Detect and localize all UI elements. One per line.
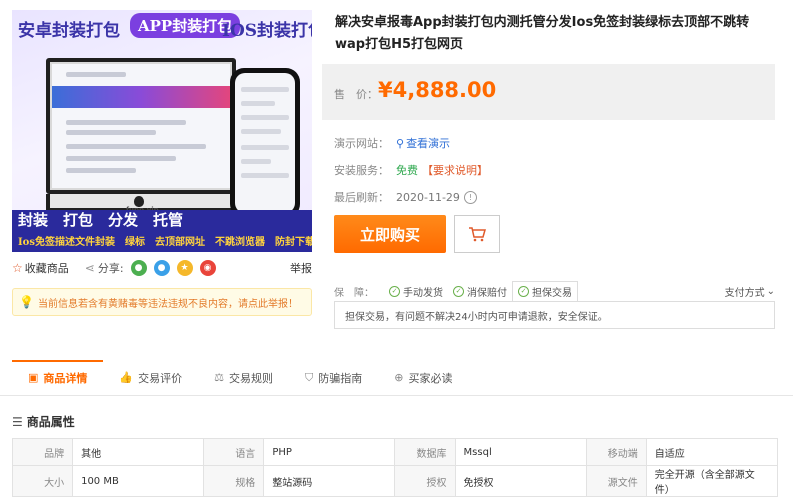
attr-key: 规格 xyxy=(203,465,265,497)
wechat-share-icon[interactable]: ● xyxy=(130,260,147,276)
refresh-row: 最后刷新： 2020-11-29 ! xyxy=(334,188,477,206)
monitor-illustration xyxy=(46,58,236,194)
product-actions: ☆ 收藏商品 ⋖ 分享: ● ● ★ ◉ 举报 xyxy=(12,258,312,278)
guarantee-description: 担保交易，有问题不解决24小时内可申请退款，安全保证。 xyxy=(334,301,775,329)
share-label: 分享: xyxy=(97,262,124,275)
star-icon: ☆ xyxy=(12,261,23,275)
image-bottom-line2: Ios免签描述文件封装 绿标 去顶部网址 不跳浏览器 防封下载 xyxy=(18,237,312,248)
shield-icon: ⛉ xyxy=(304,370,314,384)
guarantee-item-label: 消保赔付 xyxy=(467,287,507,299)
demo-link[interactable]: ⚲ 查看演示 xyxy=(396,135,450,151)
table-row: 大小 100 MB 规格 整站源码 授权 免授权 源文件 完全开源（含全部源文件… xyxy=(11,465,779,497)
payment-method-dropdown[interactable]: 支付方式 ⌄ xyxy=(725,284,775,299)
bulb-icon: 💡 xyxy=(19,295,34,309)
chevron-down-icon: ⌄ xyxy=(766,285,775,297)
scale-icon: ⚖ xyxy=(214,371,224,384)
attributes-table: 品牌 其他 语言 PHP 数据库 Mssql 移动端 自适应 大小 100 MB… xyxy=(11,438,779,497)
guarantee-item-label: 担保交易 xyxy=(532,287,572,299)
tab-reviews[interactable]: 👍 交易评价 xyxy=(103,360,198,396)
tab-label: 防骗指南 xyxy=(318,371,363,385)
price-box: 售 价： ¥4,888.00 xyxy=(322,64,775,120)
service-value: 免费 xyxy=(396,164,418,177)
tab-label: 商品详情 xyxy=(43,371,88,385)
requirements-link[interactable]: 【要求说明】 xyxy=(422,162,488,178)
attr-value: 整站源码 xyxy=(263,465,396,497)
qq-share-icon[interactable]: ● xyxy=(153,260,170,276)
cart-icon xyxy=(469,227,486,242)
box-icon: ▣ xyxy=(28,371,39,384)
image-bottom-line1: 封装 打包 分发 托管 xyxy=(18,211,184,229)
guarantee-item-label: 手动发货 xyxy=(403,287,443,299)
tab-label: 交易规则 xyxy=(228,371,273,385)
service-row: 安装服务： 免费 【要求说明】 xyxy=(334,161,488,179)
share-section: ⋖ 分享: ● ● ★ ◉ xyxy=(85,260,216,276)
qzone-share-icon[interactable]: ★ xyxy=(176,260,193,276)
tab-trade-rules[interactable]: ⚖ 交易规则 xyxy=(198,360,289,396)
collect-label: 收藏商品 xyxy=(24,262,69,275)
search-icon: ⚲ xyxy=(396,136,405,150)
guarantee-item-manual-delivery[interactable]: ✓ 手动发货 xyxy=(384,282,448,301)
guarantee-label: 保 障： xyxy=(334,287,374,299)
attr-key: 授权 xyxy=(394,465,456,497)
check-icon: ✓ xyxy=(389,285,400,297)
attr-value: 其他 xyxy=(72,438,205,466)
demo-link-label: 查看演示 xyxy=(406,137,451,150)
guarantee-item-escrow[interactable]: ✓ 担保交易 xyxy=(512,280,578,302)
attr-key: 语言 xyxy=(203,438,265,466)
report-notice[interactable]: 💡 当前信息若含有黄赌毒等违法违规不良内容，请点此举报！ xyxy=(12,288,312,316)
demo-label: 演示网站： xyxy=(334,137,389,150)
thumbs-up-icon: 👍 xyxy=(119,371,134,384)
detail-tabs: ▣ 商品详情 👍 交易评价 ⚖ 交易规则 ⛉ 防骗指南 ⊕ 买家必读 xyxy=(0,359,793,396)
image-title-ios: IOS封装打包 xyxy=(222,21,312,41)
payment-method-label: 支付方式 xyxy=(724,287,765,299)
attr-value: 自适应 xyxy=(645,438,779,466)
tab-buyer-notes[interactable]: ⊕ 买家必读 xyxy=(378,360,468,396)
attributes-heading: ☰ 商品属性 xyxy=(12,413,75,430)
share-icon: ⋖ xyxy=(84,261,95,275)
refresh-date: 2020-11-29 xyxy=(396,190,460,204)
product-title: 解决安卓报毒App封装打包内测托管分发Ios免签封装绿标去顶部不跳转wap打包H… xyxy=(335,15,750,52)
weibo-share-icon[interactable]: ◉ xyxy=(199,260,216,276)
price-label: 售 价： xyxy=(334,88,378,101)
attr-key: 源文件 xyxy=(585,465,647,497)
demo-row: 演示网站： ⚲ 查看演示 xyxy=(334,134,450,152)
attr-value: 免授权 xyxy=(454,465,587,497)
info-circle-icon: ⊕ xyxy=(394,371,404,384)
table-row: 品牌 其他 语言 PHP 数据库 Mssql 移动端 自适应 xyxy=(11,438,779,466)
tab-label: 买家必读 xyxy=(408,371,453,385)
attr-key: 大小 xyxy=(11,465,74,497)
buy-now-button[interactable]: 立即购买 xyxy=(334,215,446,253)
phone-illustration xyxy=(230,68,300,218)
guarantee-item-compensation[interactable]: ✓ 消保赔付 xyxy=(448,282,512,301)
attr-value: 完全开源（含全部源文件） xyxy=(645,465,779,497)
tab-product-details[interactable]: ▣ 商品详情 xyxy=(12,359,104,396)
attr-key: 品牌 xyxy=(11,438,74,466)
price-value: ¥4,888.00 xyxy=(378,78,497,102)
check-icon: ✓ xyxy=(518,285,529,297)
attributes-heading-label: 商品属性 xyxy=(26,415,75,429)
list-icon: ☰ xyxy=(12,414,23,429)
image-title-android: 安卓封装打包 xyxy=(18,21,120,41)
report-link[interactable]: 举报 xyxy=(290,260,312,276)
product-image[interactable]: 安卓封装打包 APP封装打包 IOS封装打包 fupp.vip 封装 打包 分发… xyxy=(12,10,312,252)
collect-button[interactable]: ☆ 收藏商品 xyxy=(12,260,69,276)
attr-value: 100 MB xyxy=(72,465,205,497)
tab-label: 交易评价 xyxy=(138,371,183,385)
guarantee-bar: 保 障： ✓ 手动发货 ✓ 消保赔付 ✓ 担保交易 支付方式 ⌄ xyxy=(334,280,775,302)
add-to-cart-button[interactable] xyxy=(454,215,500,253)
attr-value: Mssql xyxy=(454,438,587,466)
help-icon[interactable]: ! xyxy=(463,190,477,204)
service-label: 安装服务： xyxy=(334,164,389,177)
attr-key: 数据库 xyxy=(394,438,456,466)
attr-value: PHP xyxy=(263,438,396,466)
refresh-label: 最后刷新： xyxy=(334,191,389,204)
check-icon: ✓ xyxy=(453,285,464,297)
tab-fraud-guide[interactable]: ⛉ 防骗指南 xyxy=(289,360,378,396)
notice-text: 当前信息若含有黄赌毒等违法违规不良内容，请点此举报！ xyxy=(37,298,298,310)
attr-key: 移动端 xyxy=(585,438,647,466)
